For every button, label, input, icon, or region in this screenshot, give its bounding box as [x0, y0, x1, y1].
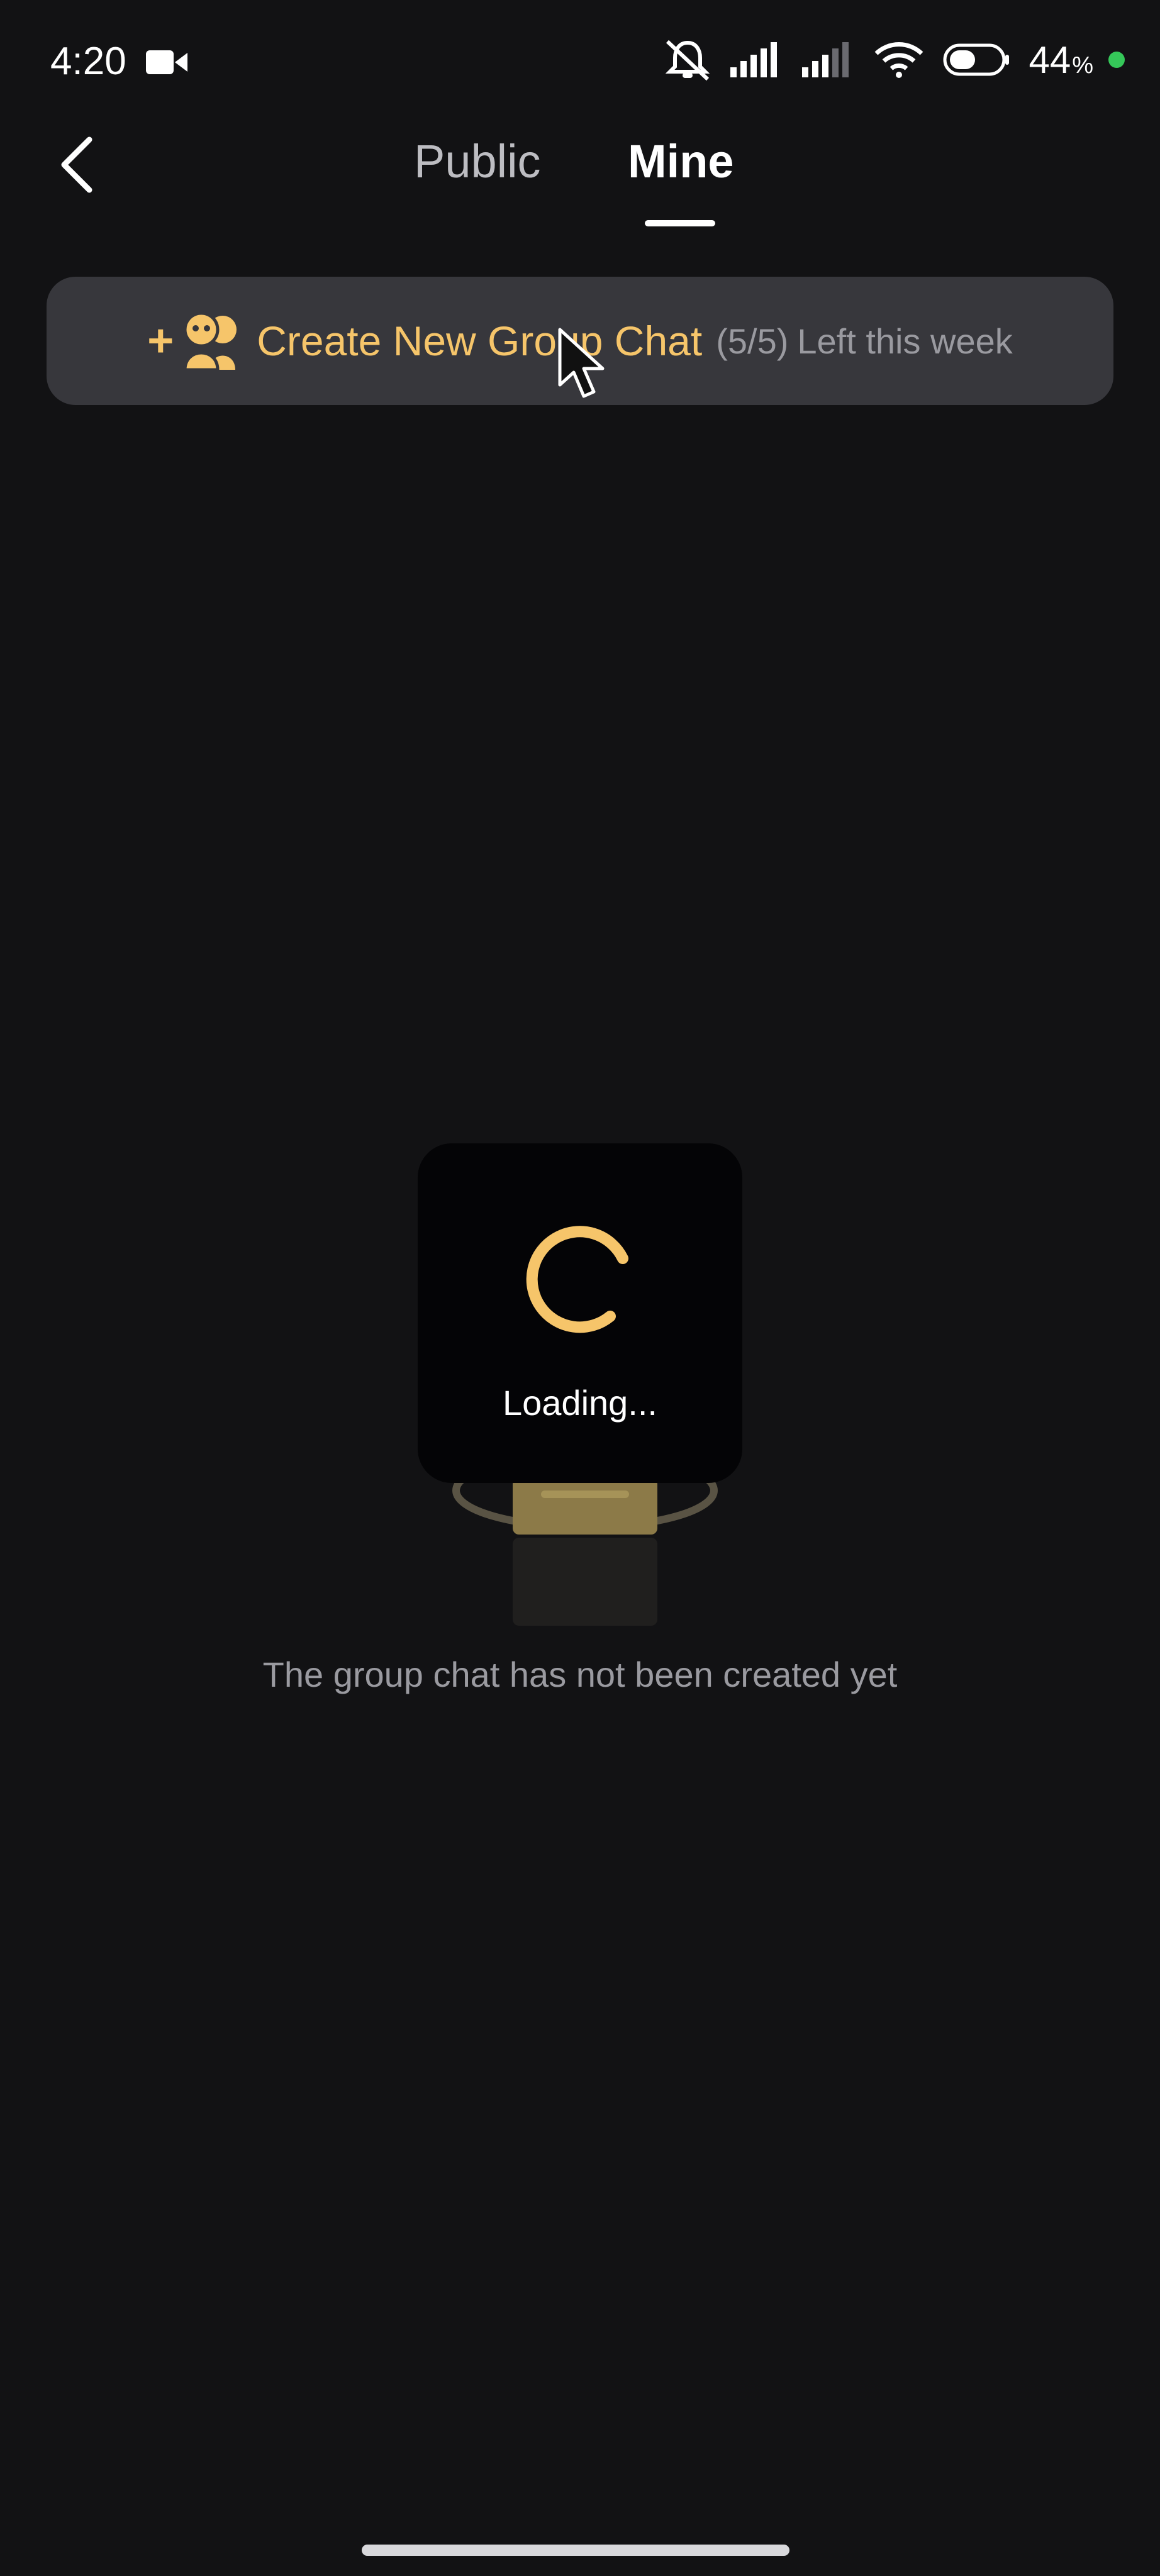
status-bar: 4:20 44 % [0, 0, 1160, 126]
battery-unit: % [1072, 52, 1093, 79]
battery-percentage: 44% [1029, 38, 1093, 82]
create-group-chat-label: Create New Group Chat [257, 318, 703, 364]
signal-icon [802, 42, 849, 77]
remaining-count: (5/5) [716, 321, 789, 361]
status-icons: 44% [664, 38, 1125, 82]
status-time: 4:20 [50, 40, 126, 83]
tab-mine[interactable]: Mine [628, 135, 734, 188]
loading-spinner-icon [526, 1226, 628, 1333]
battery-icon [943, 43, 1010, 76]
mute-icon [666, 40, 710, 81]
empty-state-message: The group chat has not been created yet [262, 1655, 898, 1694]
tab-public[interactable]: Public [414, 135, 541, 188]
mouse-cursor-icon [558, 328, 605, 398]
tab-bar: Public Mine [0, 126, 1160, 233]
video-icon [146, 50, 187, 74]
home-indicator[interactable] [362, 2545, 789, 2556]
active-tab-indicator [645, 220, 715, 226]
wifi-icon [875, 42, 923, 78]
battery-level: 44 [1029, 38, 1071, 81]
loading-text: Loading... [503, 1383, 657, 1423]
charging-dot [1108, 52, 1125, 68]
loading-overlay: Loading... [418, 1143, 742, 1483]
plus-icon: + [147, 316, 174, 366]
remaining-suffix: Left this week [797, 321, 1013, 361]
signal-icon [730, 42, 778, 77]
group-chat-icon [183, 311, 237, 371]
